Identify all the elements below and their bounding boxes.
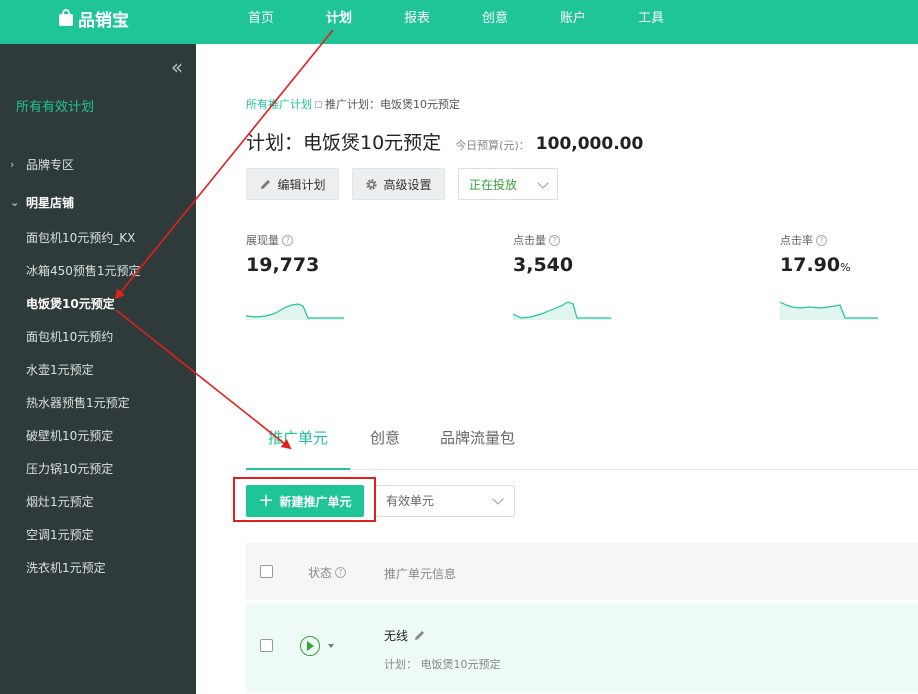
annotation-highlight-box (233, 477, 376, 522)
chevron-down-icon (537, 177, 549, 189)
logo[interactable]: 品销宝 (58, 8, 129, 31)
top-bar: 品销宝 首页 计划 报表 创意 账户 工具 (0, 0, 918, 44)
budget-label: 今日预算(元)： (455, 139, 530, 152)
metric-value: 17.90 (780, 254, 841, 276)
nav-plan[interactable]: 计划 (300, 0, 378, 44)
unit-name-text: 无线 (384, 629, 409, 643)
edit-plan-button[interactable]: 编辑计划 (246, 168, 339, 200)
budget-value: 100,000.00 (535, 134, 644, 154)
pencil-icon[interactable] (413, 629, 426, 642)
unit-name: 无线 (384, 627, 426, 644)
sidebar-plan-item[interactable]: 破壁机10元预定 (26, 428, 141, 461)
nav-tools[interactable]: 工具 (612, 0, 690, 44)
bag-icon (58, 9, 74, 27)
table-header: 状态 ? 推广单元信息 (246, 543, 918, 600)
page-title: 计划：电饭煲10元预定 (246, 132, 442, 154)
header-status-label: 状态 (308, 566, 333, 580)
all-plans-link[interactable]: 所有有效计划 (16, 96, 94, 115)
nav-home[interactable]: 首页 (222, 0, 300, 44)
tab-bar: 推广单元 创意 品牌流量包 (246, 424, 918, 470)
sidebar-plan-item[interactable]: 压力锅10元预定 (26, 461, 141, 494)
help-icon[interactable]: ? (816, 234, 827, 246)
sidebar-plan-item[interactable]: 面包机10元预约 (26, 329, 141, 362)
breadcrumb-root-link[interactable]: 所有推广计划 (246, 96, 312, 112)
caret-down-icon[interactable] (328, 644, 334, 648)
main-content: 所有推广计划 推广计划：电饭煲10元预定 计划：电饭煲10元预定 今日预算(元)… (196, 44, 918, 694)
advanced-settings-label: 高级设置 (383, 177, 432, 192)
unit-filter-dropdown[interactable]: 有效单元 (374, 485, 515, 517)
double-chevron-left-icon[interactable]: « (166, 56, 188, 78)
sidebar-plan-item[interactable]: 冰箱450预售1元预定 (26, 263, 141, 296)
unit-plan-text: 计划： 电饭煲10元预定 (384, 658, 501, 671)
sparkline-clicks (513, 301, 611, 320)
sidebar-plan-item-active[interactable]: 电饭煲10元预定 (26, 296, 141, 329)
select-all-checkbox[interactable] (260, 565, 273, 578)
main-nav: 首页 计划 报表 创意 账户 工具 (222, 0, 690, 44)
breadcrumb-current: 推广计划：电饭煲10元预定 (325, 98, 460, 111)
chevron-right-icon: › (10, 158, 15, 171)
metric-unit: % (840, 261, 851, 274)
help-icon[interactable]: ? (282, 234, 293, 246)
unit-filter-value: 有效单元 (386, 494, 435, 508)
sidebar-plan-item[interactable]: 热水器预售1元预定 (26, 395, 141, 428)
sidebar-group-star-store[interactable]: ⌄ 明星店铺 (10, 194, 74, 211)
tab-creative[interactable]: 创意 (370, 424, 400, 470)
nav-report[interactable]: 报表 (378, 0, 456, 44)
sidebar-plan-item[interactable]: 面包机10元预约_KX (26, 230, 141, 263)
help-icon[interactable]: ? (335, 567, 347, 578)
metric-clicks: 点击量? 3,540 (513, 232, 623, 320)
sidebar-plan-item[interactable]: 洗衣机1元预定 (26, 560, 141, 593)
play-icon[interactable] (300, 636, 320, 656)
chevron-down-icon (492, 493, 504, 505)
status-dropdown-value: 正在投放 (469, 177, 518, 192)
sidebar-plan-item[interactable]: 空调1元预定 (26, 527, 141, 560)
sidebar-plan-item[interactable]: 水壶1元预定 (26, 362, 141, 395)
sidebar-group-label: 品牌专区 (26, 158, 75, 172)
table-row: 无线 计划： 电饭煲10元预定 (246, 603, 918, 693)
tab-brand-traffic-pack[interactable]: 品牌流量包 (440, 424, 515, 470)
row-checkbox[interactable] (260, 639, 273, 652)
nav-account[interactable]: 账户 (534, 0, 612, 44)
pencil-icon (261, 179, 271, 189)
status-dropdown[interactable]: 正在投放 (458, 168, 558, 200)
sparkline-impressions (246, 303, 344, 320)
metric-value: 19,773 (246, 254, 320, 276)
sidebar-plan-item[interactable]: 烟灶1元预定 (26, 494, 141, 527)
advanced-settings-button[interactable]: 高级设置 (352, 168, 445, 200)
sparkline-ctr (780, 301, 878, 320)
header-unit-info: 推广单元信息 (384, 567, 457, 581)
help-icon[interactable]: ? (549, 234, 560, 246)
metric-label: 点击率 (780, 234, 813, 247)
plan-list: 面包机10元预约_KX 冰箱450预售1元预定 电饭煲10元预定 面包机10元预… (26, 230, 141, 593)
sidebar-group-label: 明星店铺 (26, 196, 75, 210)
metric-label: 点击量 (513, 234, 546, 247)
metric-impressions: 展现量? 19,773 (246, 232, 356, 320)
title-row: 计划：电饭煲10元预定 今日预算(元)： 100,000.00 (246, 128, 643, 155)
nav-creative[interactable]: 创意 (456, 0, 534, 44)
chevron-down-icon: ⌄ (10, 196, 20, 209)
gear-icon (366, 178, 378, 190)
metric-label: 展现量 (246, 234, 279, 247)
breadcrumb: 所有推广计划 推广计划：电饭煲10元预定 (246, 96, 460, 112)
tab-promotion-units[interactable]: 推广单元 (246, 424, 350, 470)
header-status: 状态 ? (308, 564, 347, 581)
metric-ctr: 点击率? 17.90% (780, 232, 890, 320)
metric-value: 3,540 (513, 254, 574, 276)
logo-text: 品销宝 (78, 10, 129, 31)
breadcrumb-separator-icon (315, 100, 322, 108)
sidebar-group-brand-zone[interactable]: › 品牌专区 (10, 156, 74, 173)
sidebar: « 所有有效计划 › 品牌专区 ⌄ 明星店铺 面包机10元预约_KX 冰箱450… (0, 44, 196, 694)
edit-plan-label: 编辑计划 (277, 177, 326, 192)
